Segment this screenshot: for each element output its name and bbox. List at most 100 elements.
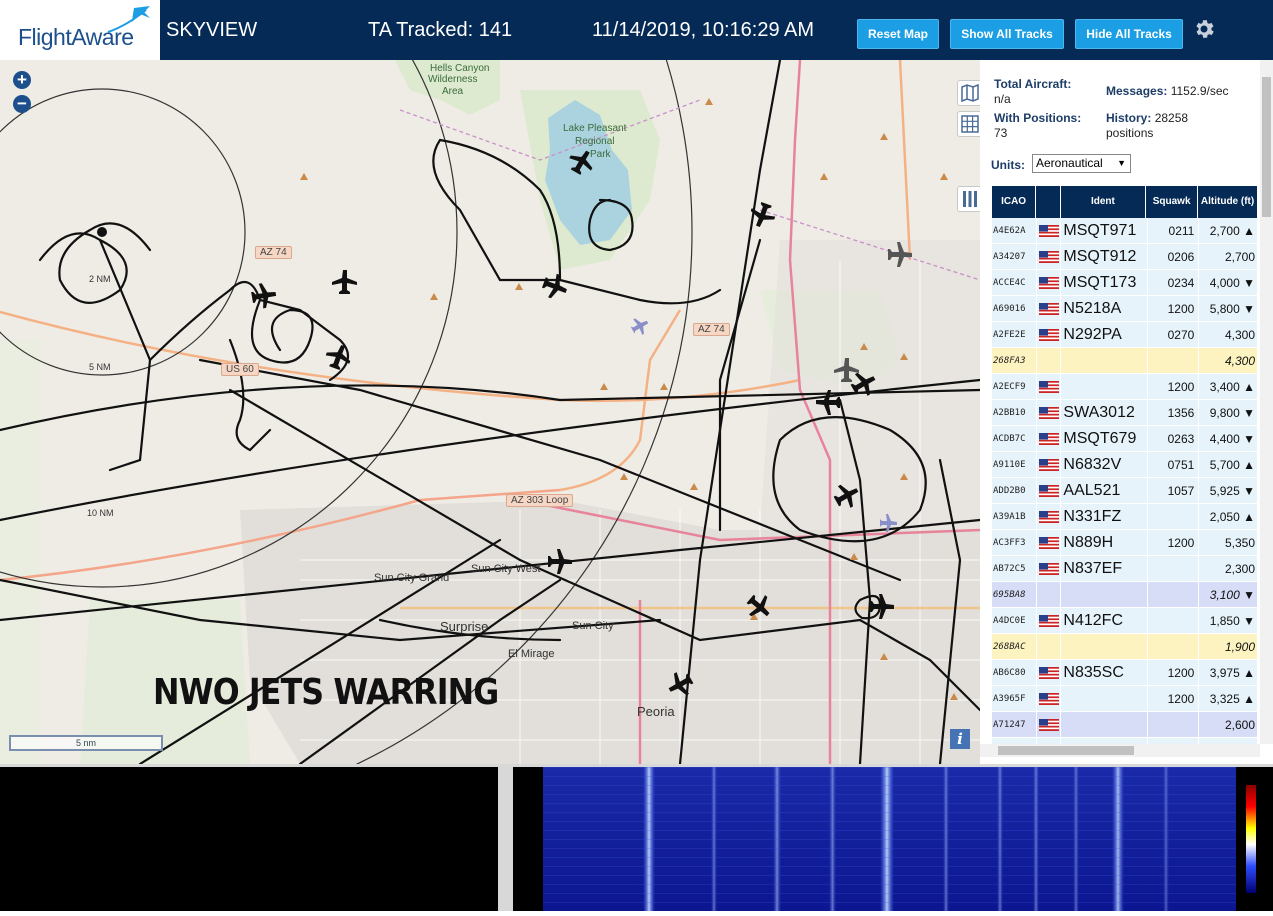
reset-map-button[interactable]: Reset Map	[857, 19, 939, 49]
icao-cell: A3965F	[992, 686, 1037, 711]
altitude-cell: 5,800 ▼	[1199, 296, 1258, 321]
squawk-cell: 1200	[1148, 530, 1200, 555]
flightaware-logo[interactable]: FlightAware	[0, 0, 160, 60]
table-row[interactable]: A3965F 1200 3,325 ▲	[992, 686, 1258, 712]
vertical-scrollbar[interactable]	[1260, 60, 1273, 744]
squawk-cell	[1148, 634, 1200, 659]
gear-icon[interactable]	[1192, 17, 1216, 41]
ident-cell: SWA3012	[1061, 400, 1149, 425]
total-aircraft: Total Aircraft:	[994, 77, 1071, 91]
ident-cell	[1061, 712, 1149, 737]
col-icao[interactable]: ICAO	[992, 186, 1037, 218]
table-row[interactable]: A2FE2E N292PA 0270 4,300	[992, 322, 1258, 348]
table-row[interactable]: A4DC0E N412FC 1,850 ▼	[992, 608, 1258, 634]
table-row[interactable]: A34207 MSQT912 0206 2,700	[992, 244, 1258, 270]
scroll-thumb[interactable]	[998, 746, 1134, 755]
table-row[interactable]: AB6C80 N835SC 1200 3,975 ▲	[992, 660, 1258, 686]
icao-cell: A69016	[992, 296, 1037, 321]
place-label: Hells Canyon	[430, 63, 490, 74]
table-row[interactable]: ACCE4C MSQT173 0234 4,000 ▼	[992, 270, 1258, 296]
logo-text: FlightAware	[18, 24, 134, 50]
table-row[interactable]: A9110E N6832V 0751 5,700 ▲	[992, 452, 1258, 478]
flag-cell	[1037, 582, 1062, 607]
place-label: Peoria	[637, 704, 675, 719]
map-layers-button[interactable]	[957, 80, 980, 106]
us-flag-icon	[1038, 666, 1059, 679]
table-row[interactable]: AB72C5 N837EF 2,300	[992, 556, 1258, 582]
flag-cell	[1037, 400, 1062, 425]
waterfall-line	[543, 848, 1236, 849]
altitude-cell: 3,100 ▼	[1199, 582, 1258, 607]
table-row[interactable]: A69016 N5218A 1200 5,800 ▼	[992, 296, 1258, 322]
table-row[interactable]: ACDB7C MSQT679 0263 4,400 ▼	[992, 426, 1258, 452]
icao-cell: ACCE4C	[992, 270, 1037, 295]
table-row[interactable]: ADD2B0 AAL521 1057 5,925 ▼	[992, 478, 1258, 504]
squawk-cell: 0263	[1148, 426, 1200, 451]
flag-cell	[1037, 556, 1062, 581]
place-label: Sun City West	[471, 563, 541, 575]
table-row[interactable]: A4E62A MSQT971 0211 2,700 ▲	[992, 218, 1258, 244]
us-flag-icon	[1038, 692, 1059, 705]
altitude-cell: 9,800 ▼	[1199, 400, 1258, 425]
flag-cell	[1037, 296, 1062, 321]
table-row[interactable]: A2BB10 SWA3012 1356 9,800 ▼	[992, 400, 1258, 426]
col-altitude[interactable]: Altitude (ft)	[1198, 186, 1258, 218]
altitude-cell: 1,900	[1199, 634, 1258, 659]
map-canvas[interactable]: Hells Canyon Wilderness Area Lake Pleasa…	[0, 60, 980, 764]
flag-cell	[1037, 686, 1062, 711]
icao-cell: A34207	[992, 244, 1037, 269]
icao-cell: A2FE2E	[992, 322, 1037, 347]
info-button[interactable]: i	[950, 729, 970, 749]
show-all-tracks-button[interactable]: Show All Tracks	[950, 19, 1064, 49]
waterfall-line	[543, 812, 1236, 813]
table-row[interactable]: 268FA3 4,300	[992, 348, 1258, 374]
waterfall-line	[543, 776, 1236, 777]
aircraft-table[interactable]: ICAO Ident Squawk Altitude (ft) A4E62A MS…	[992, 186, 1258, 744]
us-flag-icon	[1038, 718, 1059, 731]
scroll-thumb[interactable]	[1262, 77, 1271, 217]
units-select[interactable]: Aeronautical ▼	[1032, 154, 1131, 173]
squawk-cell: 1200	[1148, 296, 1200, 321]
waterfall-line	[543, 902, 1236, 903]
altitude-cell: 2,300	[1199, 556, 1258, 581]
icao-cell: AB72C5	[992, 556, 1037, 581]
waterfall-line	[543, 803, 1236, 804]
stat-label: Messages:	[1106, 84, 1168, 98]
waterfall-line	[543, 821, 1236, 822]
hide-all-tracks-button[interactable]: Hide All Tracks	[1075, 19, 1183, 49]
altitude-cell: 4,300	[1199, 322, 1258, 347]
col-flag	[1036, 186, 1061, 218]
spectrum-waterfall	[513, 767, 1273, 911]
ident-cell: N835SC	[1061, 660, 1149, 685]
table-row[interactable]: A2ECF9 1200 3,400 ▲	[992, 374, 1258, 400]
with-positions: With Positions:	[994, 111, 1081, 125]
ident-cell: N6832V	[1061, 452, 1149, 477]
horizontal-scrollbar[interactable]	[980, 744, 1260, 757]
stat-label: History:	[1106, 111, 1152, 125]
icao-cell: ADD2B0	[992, 478, 1037, 503]
waterfall-line	[543, 794, 1236, 795]
col-squawk[interactable]: Squawk	[1146, 186, 1199, 218]
flag-cell	[1037, 660, 1062, 685]
range-ring-label: 5 NM	[89, 362, 111, 372]
stat-value: 1152.9/sec	[1170, 84, 1229, 98]
waterfall-line	[543, 767, 1236, 768]
table-row[interactable]: 695BA8 3,100 ▼	[992, 582, 1258, 608]
squawk-cell: 1200	[1148, 686, 1200, 711]
us-flag-icon	[1038, 458, 1059, 471]
zoom-out-button[interactable]: −	[13, 95, 31, 113]
ident-cell	[1061, 374, 1149, 399]
altitude-cell: 4,000 ▼	[1199, 270, 1258, 295]
grid-toggle-button[interactable]	[957, 111, 980, 137]
squawk-cell	[1148, 556, 1200, 581]
table-row[interactable]: AC3FF3 N889H 1200 5,350	[992, 530, 1258, 556]
col-ident[interactable]: Ident	[1061, 186, 1147, 218]
zoom-in-button[interactable]: +	[13, 71, 31, 89]
table-row[interactable]: A71247 2,600	[992, 712, 1258, 738]
altitude-cell: 2,600	[1199, 712, 1258, 737]
icao-cell: 695BA8	[992, 582, 1037, 607]
ident-cell	[1061, 348, 1149, 373]
place-label: El Mirage	[508, 648, 555, 660]
table-row[interactable]: A39A1B N331FZ 2,050 ▲	[992, 504, 1258, 530]
table-row[interactable]: 268BAC 1,900	[992, 634, 1258, 660]
